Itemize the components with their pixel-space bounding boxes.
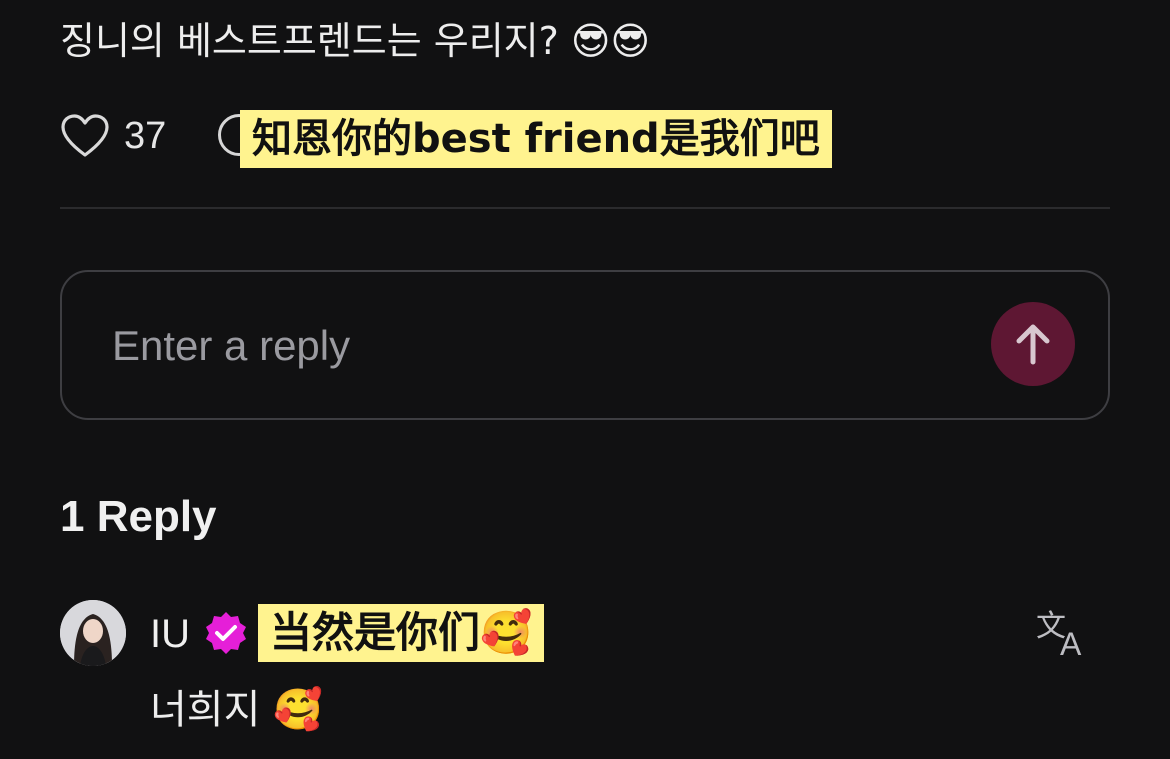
reply-translation-overlay: 当然是你们🥰 — [258, 604, 545, 662]
verified-badge-icon — [206, 612, 246, 654]
reply-text: 너희지 🥰 — [150, 687, 323, 733]
username[interactable]: IU — [150, 608, 190, 660]
reply-composer — [60, 270, 1110, 420]
like-count: 37 — [124, 114, 167, 157]
arrow-up-icon — [1016, 324, 1050, 365]
divider — [60, 207, 1110, 209]
comment-text: 징니의 베스트프렌드는 우리지? 😎😎 — [60, 19, 651, 63]
like-button[interactable]: 37 — [60, 112, 166, 160]
svg-text:A: A — [1060, 626, 1082, 660]
avatar[interactable] — [60, 600, 126, 666]
send-button[interactable] — [991, 302, 1075, 386]
reply-input[interactable] — [112, 316, 812, 376]
translate-icon[interactable]: 文 A — [1036, 608, 1092, 660]
heart-outline-icon[interactable] — [60, 113, 110, 159]
avatar-image — [60, 600, 126, 666]
comment-actions: 37 知恩你的best friend是我们吧 — [60, 110, 1110, 168]
replies-count: 1 Reply — [60, 492, 217, 541]
translation-overlay: 知恩你的best friend是我们吧 — [240, 110, 832, 168]
